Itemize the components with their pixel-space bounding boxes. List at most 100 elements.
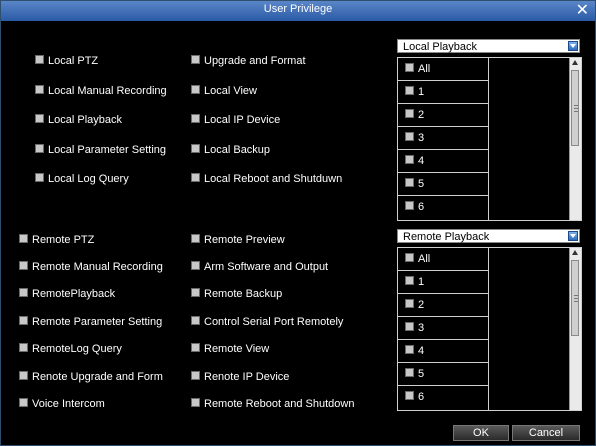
list-item[interactable]: 2 [398, 104, 488, 127]
channel-label: 5 [418, 178, 425, 190]
checkbox-remote-parameter-setting[interactable]: Remote Parameter Setting [19, 315, 162, 329]
checkbox-upgrade-and-format[interactable]: Upgrade and Format [191, 54, 306, 68]
list-item[interactable]: 1 [398, 271, 488, 294]
checkbox-icon[interactable] [405, 178, 414, 187]
ok-button[interactable]: OK [453, 425, 509, 441]
checkbox-remote-preview[interactable]: Remote Preview [191, 233, 285, 247]
checkbox-icon[interactable] [405, 368, 414, 377]
checkbox-icon[interactable] [405, 322, 414, 331]
list-item[interactable]: 6 [398, 196, 488, 219]
checkbox-label: Local Log Query [48, 173, 129, 185]
checkbox-icon [19, 261, 28, 270]
channel-label: 5 [418, 368, 425, 380]
scroll-up-icon[interactable] [572, 250, 578, 255]
checkbox-local-playback[interactable]: Local Playback [35, 113, 122, 127]
list-item[interactable]: 6 [398, 386, 488, 409]
cancel-button[interactable]: Cancel [512, 425, 580, 441]
checkbox-icon [191, 144, 200, 153]
list-item[interactable]: All [398, 248, 488, 271]
checkbox-icon[interactable] [405, 201, 414, 210]
checkbox-remote-backup[interactable]: Remote Backup [191, 287, 282, 301]
checkbox-icon[interactable] [405, 299, 414, 308]
grip-line [574, 108, 578, 109]
checkbox-remote-view[interactable]: Remote View [191, 342, 269, 356]
scrollbar[interactable] [569, 58, 581, 220]
list-item[interactable]: 5 [398, 173, 488, 196]
checkbox-local-manual-recording[interactable]: Local Manual Recording [35, 84, 167, 98]
checkbox-label: RemotePlayback [32, 288, 116, 300]
checkbox-label: Remote View [204, 343, 270, 355]
checkbox-icon [35, 173, 44, 182]
checkbox-local-reboot-shutdown[interactable]: Local Reboot and Shutduwn [191, 172, 342, 186]
checkbox-label: Remote PTZ [32, 234, 95, 246]
select-value: Local Playback [403, 41, 477, 53]
scroll-thumb[interactable] [571, 70, 579, 146]
checkbox-label: Local Playback [48, 114, 122, 126]
checkbox-icon[interactable] [405, 63, 414, 72]
checkbox-remote-playback[interactable]: RemotePlayback [19, 287, 115, 301]
checkbox-icon[interactable] [405, 109, 414, 118]
list-item[interactable]: 4 [398, 150, 488, 173]
list-item[interactable]: All [398, 58, 488, 81]
chevron-down-icon[interactable] [568, 231, 578, 241]
list-item[interactable]: 5 [398, 363, 488, 386]
list-item[interactable]: 3 [398, 317, 488, 340]
checkbox-remote-ptz[interactable]: Remote PTZ [19, 233, 94, 247]
checkbox-local-parameter-setting[interactable]: Local Parameter Setting [35, 143, 166, 157]
checkbox-voice-intercom[interactable]: Voice Intercom [19, 397, 105, 411]
grip-line [574, 301, 578, 302]
checkbox-local-backup[interactable]: Local Backup [191, 143, 270, 157]
checkbox-icon[interactable] [405, 86, 414, 95]
channel-label: 6 [418, 391, 425, 403]
list-item[interactable]: 4 [398, 340, 488, 363]
checkbox-icon[interactable] [405, 276, 414, 285]
checkbox-remote-manual-recording[interactable]: Remote Manual Recording [19, 260, 163, 274]
checkbox-label: Upgrade and Format [204, 55, 306, 67]
scroll-up-icon[interactable] [572, 60, 578, 65]
checkbox-icon[interactable] [405, 345, 414, 354]
checkbox-remote-ip-device[interactable]: Renote IP Device [191, 370, 289, 384]
grip-line [574, 295, 578, 296]
checkbox-icon [19, 343, 28, 352]
scrollbar[interactable] [569, 248, 581, 410]
grip-line [574, 105, 578, 106]
checkbox-icon[interactable] [405, 155, 414, 164]
checkbox-control-serial-port[interactable]: Control Serial Port Remotely [191, 315, 343, 329]
channel-label: 1 [418, 276, 425, 288]
checkbox-icon [191, 114, 200, 123]
checkbox-local-ptz[interactable]: Local PTZ [35, 54, 98, 68]
scroll-thumb[interactable] [571, 260, 579, 336]
checkbox-icon [191, 173, 200, 182]
channel-label: 4 [418, 345, 425, 357]
list-item[interactable]: 2 [398, 294, 488, 317]
remote-playback-select[interactable]: Remote Playback [397, 229, 580, 243]
local-playback-select[interactable]: Local Playback [397, 39, 580, 53]
checkbox-local-ip-device[interactable]: Local IP Device [191, 113, 280, 127]
close-icon[interactable]: ✕ [576, 2, 589, 20]
checkbox-remote-upgrade-and-form[interactable]: Renote Upgrade and Form [19, 370, 163, 384]
checkbox-label: Remote Reboot and Shutdown [204, 398, 355, 410]
checkbox-icon [35, 114, 44, 123]
channel-label: 2 [418, 109, 425, 121]
list-item[interactable]: 1 [398, 81, 488, 104]
list-item[interactable]: 3 [398, 127, 488, 150]
checkbox-icon[interactable] [405, 132, 414, 141]
checkbox-icon[interactable] [405, 391, 414, 400]
checkbox-icon [35, 144, 44, 153]
checkbox-label: Local Reboot and Shutduwn [204, 173, 343, 185]
checkbox-arm-software-output[interactable]: Arm Software and Output [191, 260, 328, 274]
checkbox-icon [191, 316, 200, 325]
checkbox-local-view[interactable]: Local View [191, 84, 257, 98]
checkbox-icon [35, 55, 44, 64]
checkbox-local-log-query[interactable]: Local Log Query [35, 172, 129, 186]
checkbox-icon[interactable] [405, 253, 414, 262]
checkbox-remote-reboot-shutdown[interactable]: Remote Reboot and Shutdown [191, 397, 354, 411]
checkbox-icon [191, 261, 200, 270]
grip-line [574, 111, 578, 112]
channel-column: All 1 2 3 4 5 6 [398, 58, 489, 220]
checkbox-label: Local Backup [204, 144, 271, 156]
chevron-down-icon[interactable] [568, 41, 578, 51]
checkbox-label: Local Manual Recording [48, 85, 167, 97]
checkbox-remote-log-query[interactable]: RemoteLog Query [19, 342, 122, 356]
checkbox-label: RemoteLog Query [32, 343, 122, 355]
